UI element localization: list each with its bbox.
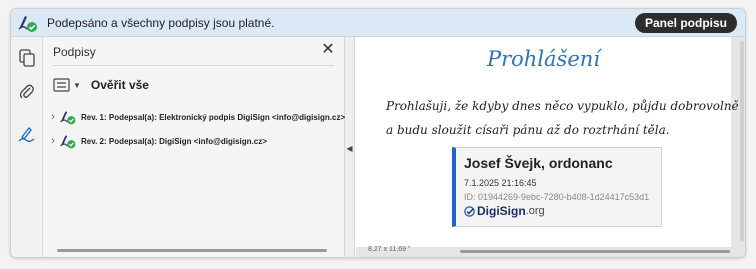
panel-divider (53, 65, 334, 66)
document-text-line: a budu sloužit císaři pánu až do roztrhá… (386, 123, 670, 137)
panel-splitter[interactable]: ◀ (345, 37, 355, 257)
signatures-panel: Podpisy ✕ ▼ Ověřit vše › Rev. 1: Podepsa… (43, 37, 345, 257)
signature-item-rev2[interactable]: › Rev. 2: Podepsal(a): DigiSign <info@di… (47, 131, 267, 151)
signature-item-label: Rev. 1: Podepsal(a): Elektronický podpis… (81, 112, 346, 122)
signer-name: Josef Švejk, ordonanc (464, 155, 613, 171)
panel-title: Podpisy (53, 45, 96, 59)
signature-valid-icon (60, 111, 76, 125)
pdf-viewer-window: Podepsáno a všechny podpisy jsou platné.… (10, 8, 746, 258)
document-text-line: Prohlašuji, že kdyby dnes něco vypuklo, … (386, 99, 739, 113)
verify-all-label: Ověřit vše (90, 78, 149, 92)
left-toolbar (11, 37, 43, 257)
signature-status-text: Podepsáno a všechny podpisy jsou platné. (47, 15, 275, 30)
signature-status-bar: Podepsáno a všechny podpisy jsou platné.… (11, 9, 745, 37)
close-icon[interactable]: ✕ (320, 42, 336, 58)
signature-date: 7.1.2025 21:16:45 (464, 178, 537, 188)
brand-name: DigiSign (477, 204, 526, 218)
chevron-right-icon[interactable]: › (47, 111, 59, 123)
page-size-label: 8,27 x 11,69 " (368, 246, 411, 253)
signature-valid-icon (60, 135, 76, 149)
document-horizontal-scrollbar[interactable] (460, 250, 730, 253)
document-viewer: Prohlášení Prohlašuji, že kdyby dnes něc… (356, 37, 745, 257)
signature-item-rev1[interactable]: › Rev. 1: Podepsal(a): Elektronický podp… (47, 107, 345, 127)
brand-suffix: .org (525, 205, 545, 217)
digisign-logo: DigiSign .org (464, 204, 545, 218)
chevron-right-icon[interactable]: › (47, 135, 59, 147)
collapse-arrow-icon[interactable]: ◀ (346, 144, 352, 153)
document-vertical-scrollbar[interactable] (740, 41, 744, 241)
signature-valid-icon (17, 12, 39, 34)
attachment-icon[interactable] (16, 81, 38, 103)
verify-all-button[interactable]: ▼ Ověřit vše (53, 75, 149, 95)
signature-box[interactable]: Josef Švejk, ordonanc 7.1.2025 21:16:45 … (452, 147, 662, 227)
signature-pen-icon[interactable] (16, 123, 38, 145)
pages-icon[interactable] (16, 47, 38, 69)
panel-horizontal-scrollbar[interactable] (57, 249, 327, 252)
document-heading: Prohlášení (486, 47, 601, 71)
signature-panel-button[interactable]: Panel podpisu (634, 13, 737, 33)
options-menu-icon[interactable] (53, 78, 71, 92)
chevron-down-icon[interactable]: ▼ (73, 81, 81, 90)
signature-id: ID: 01944269-9ebc-7280-b408-1d24417c53d1 (464, 192, 650, 202)
document-page: Prohlášení Prohlašuji, že kdyby dnes něc… (356, 37, 739, 247)
signature-item-label: Rev. 2: Podepsal(a): DigiSign <info@digi… (81, 136, 267, 146)
check-icon (464, 205, 475, 217)
